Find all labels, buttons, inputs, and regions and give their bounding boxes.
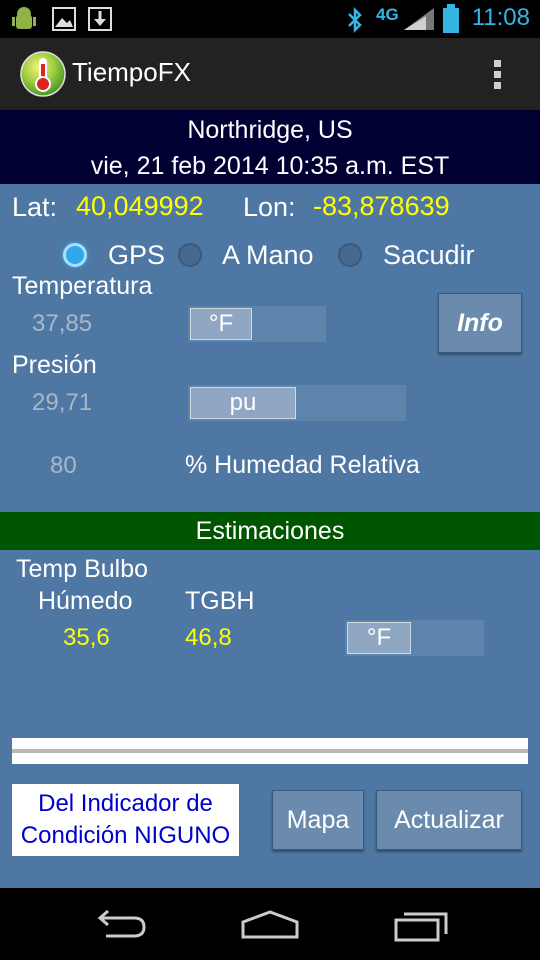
radio-shake-label[interactable]: Sacudir bbox=[383, 240, 475, 271]
wbgt-value: 46,8 bbox=[185, 624, 232, 651]
refresh-button[interactable]: Actualizar bbox=[376, 790, 522, 850]
radio-manual-label[interactable]: A Mano bbox=[222, 240, 314, 271]
pressure-unit-toggle[interactable]: pu bbox=[188, 385, 406, 421]
recent-apps-icon[interactable] bbox=[394, 908, 450, 942]
radio-shake[interactable] bbox=[338, 243, 362, 267]
temperature-unit-toggle[interactable]: °F bbox=[188, 306, 326, 342]
signal-icon bbox=[404, 8, 434, 30]
condition-divider bbox=[12, 738, 528, 764]
wet-bulb-label-line1: Temp Bulbo bbox=[16, 555, 149, 583]
temperature-unit-label: °F bbox=[190, 308, 252, 340]
longitude-label: Lon: bbox=[243, 192, 296, 222]
home-icon[interactable] bbox=[240, 910, 300, 940]
pressure-input[interactable]: 29,71 bbox=[32, 389, 92, 417]
bluetooth-icon bbox=[348, 7, 362, 33]
temperature-input[interactable]: 37,85 bbox=[32, 310, 92, 338]
download-icon bbox=[88, 7, 112, 31]
location-datetime: vie, 21 feb 2014 10:35 a.m. EST bbox=[90, 152, 450, 180]
network-type-label: 4G bbox=[376, 5, 399, 24]
radio-gps[interactable] bbox=[63, 243, 87, 267]
humidity-label: % Humedad Relativa bbox=[185, 451, 420, 479]
humidity-input[interactable]: 80 bbox=[50, 452, 77, 480]
latitude-value: 40,049992 bbox=[76, 191, 204, 221]
radio-gps-label[interactable]: GPS bbox=[108, 240, 165, 271]
battery-icon bbox=[443, 4, 459, 33]
thermometer-icon[interactable] bbox=[20, 51, 66, 97]
condition-indicator: Del Indicador de Condición NIGUNO bbox=[12, 784, 239, 856]
pressure-label: Presión bbox=[12, 351, 97, 379]
condition-indicator-line2: Condición NIGUNO bbox=[20, 822, 231, 849]
location-header: Northridge, US vie, 21 feb 2014 10:35 a.… bbox=[0, 110, 540, 184]
estimates-unit-label: °F bbox=[347, 622, 411, 654]
pressure-unit-label: pu bbox=[190, 387, 296, 419]
navigation-bar bbox=[0, 888, 540, 960]
status-clock: 11:08 bbox=[471, 4, 530, 31]
android-debug-icon bbox=[12, 7, 36, 29]
back-icon[interactable] bbox=[92, 910, 148, 940]
wbgt-label: TGBH bbox=[185, 587, 255, 615]
radio-manual[interactable] bbox=[178, 243, 202, 267]
temperature-label: Temperatura bbox=[12, 272, 153, 300]
longitude-value: -83,878639 bbox=[313, 191, 450, 221]
status-bar: 4G 11:08 bbox=[0, 0, 540, 38]
info-button[interactable]: Info bbox=[438, 293, 522, 353]
wet-bulb-value: 35,6 bbox=[63, 624, 110, 651]
divider-line bbox=[12, 749, 528, 753]
wet-bulb-label-line2: Húmedo bbox=[38, 587, 133, 615]
image-icon bbox=[52, 7, 76, 31]
overflow-menu-icon[interactable] bbox=[492, 58, 504, 92]
condition-indicator-line1: Del Indicador de bbox=[38, 790, 213, 817]
action-bar: TiempoFX bbox=[0, 38, 540, 112]
location-name: Northridge, US bbox=[187, 116, 353, 144]
latitude-label: Lat: bbox=[12, 192, 58, 222]
app-title: TiempoFX bbox=[72, 57, 191, 87]
map-button[interactable]: Mapa bbox=[272, 790, 364, 850]
estimates-unit-toggle[interactable]: °F bbox=[345, 620, 484, 656]
estimates-header: Estimaciones bbox=[0, 512, 540, 550]
